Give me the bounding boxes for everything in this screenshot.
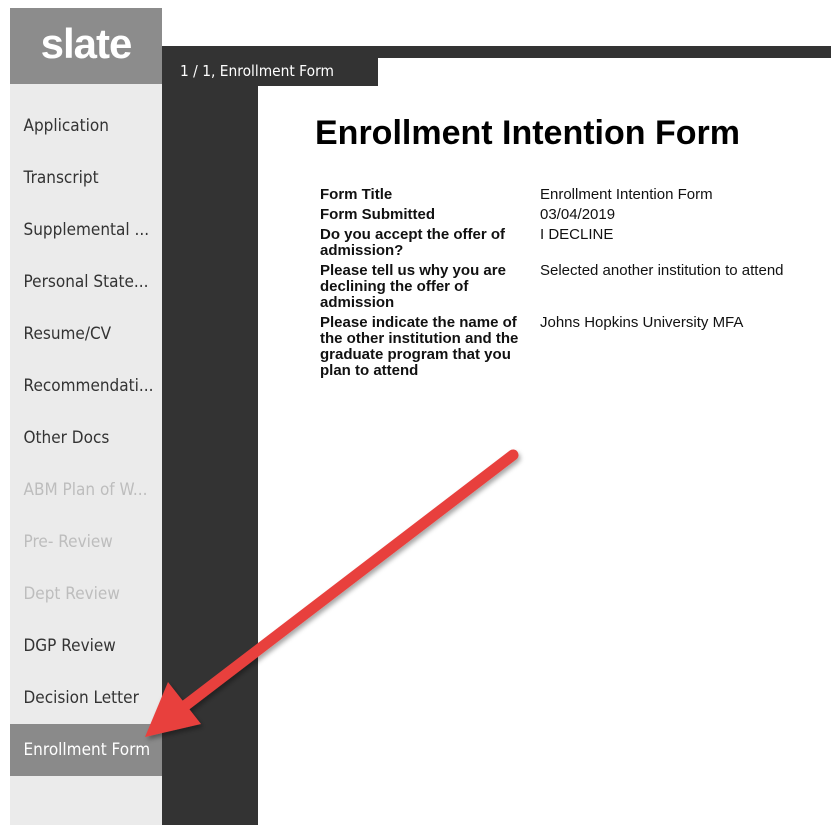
field-value: I DECLINE <box>540 226 614 243</box>
sidebar-item-dept-review: Dept Review <box>23 584 120 604</box>
field-label: Form Title <box>320 186 393 203</box>
field-label: Form Submitted <box>320 206 435 223</box>
form-fields-table: Form Title Enrollment Intention Form For… <box>320 187 784 383</box>
form-heading: Enrollment Intention Form <box>315 114 740 152</box>
document-tab-label: 1 / 1, Enrollment Form <box>180 62 334 80</box>
sidebar-item-resume-cv[interactable]: Resume/CV <box>10 308 159 360</box>
sidebar-item-enrollment-form[interactable]: Enrollment Form <box>10 724 175 776</box>
field-value: Enrollment Intention Form <box>540 186 713 203</box>
document-tab[interactable]: 1 / 1, Enrollment Form <box>172 56 378 86</box>
field-row: Please tell us why you are declining the… <box>320 263 784 315</box>
sidebar-item-abm-plan: ABM Plan of W... <box>23 480 148 500</box>
sidebar: slate Application Transcript Supplementa… <box>10 8 175 825</box>
document-page: Enrollment Intention Form Form Title Enr… <box>258 86 831 825</box>
sidebar-item-decision-letter[interactable]: Decision Letter <box>10 672 159 724</box>
sidebar-item-other-docs[interactable]: Other Docs <box>10 412 159 464</box>
field-row: Form Title Enrollment Intention Form <box>320 187 784 207</box>
sidebar-item-dgp-review[interactable]: DGP Review <box>10 620 159 672</box>
field-row: Please indicate the name of the other in… <box>320 315 784 383</box>
sidebar-item-application[interactable]: Application <box>10 100 159 152</box>
field-value: Johns Hopkins University MFA <box>540 314 744 331</box>
field-value: Selected another institution to attend <box>540 262 784 279</box>
field-label: Please tell us why you are declining the… <box>320 262 506 311</box>
field-value: 03/04/2019 <box>540 206 616 223</box>
field-label: Do you accept the offer of admission? <box>320 226 506 259</box>
sidebar-item-recommendations[interactable]: Recommendati... <box>10 360 159 412</box>
viewer-gutter <box>162 46 258 825</box>
field-row: Form Submitted 03/04/2019 <box>320 207 784 227</box>
field-row: Do you accept the offer of admission? I … <box>320 227 784 263</box>
field-label: Please indicate the name of the other in… <box>320 314 519 379</box>
sidebar-item-pre-review: Pre- Review <box>23 532 113 552</box>
sidebar-item-supplemental[interactable]: Supplemental ... <box>10 204 159 256</box>
sidebar-item-transcript[interactable]: Transcript <box>10 152 159 204</box>
slate-logo: slate <box>10 8 162 84</box>
sidebar-nav: Application Transcript Supplemental ... … <box>10 100 175 776</box>
sidebar-item-personal-statement[interactable]: Personal State... <box>10 256 159 308</box>
